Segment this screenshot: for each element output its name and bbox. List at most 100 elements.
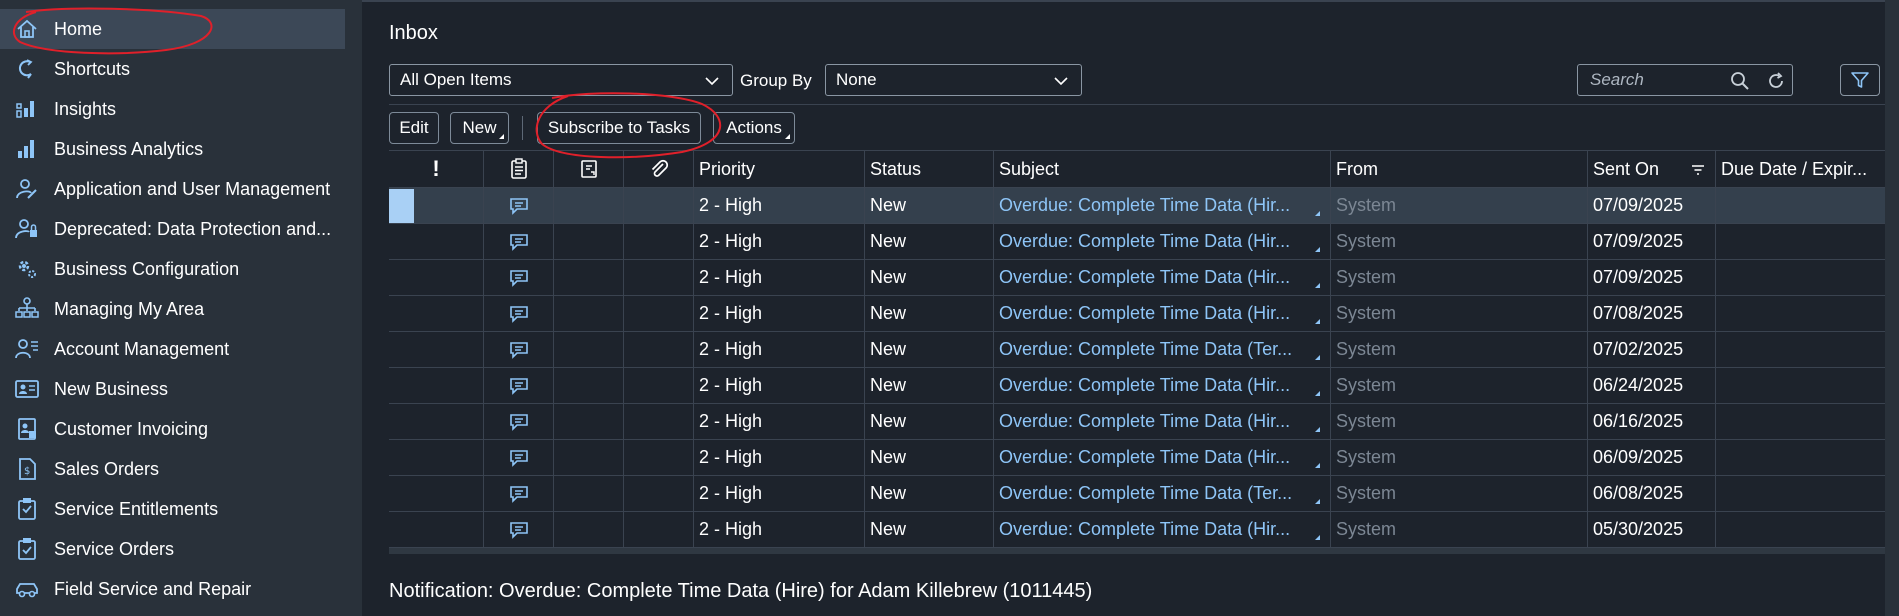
row-selector[interactable] bbox=[389, 404, 484, 439]
message-icon[interactable] bbox=[484, 476, 554, 511]
column-header-from[interactable]: From bbox=[1331, 151, 1588, 187]
message-icon[interactable] bbox=[484, 224, 554, 259]
paperclip-icon bbox=[651, 159, 668, 177]
subject-text: Overdue: Complete Time Data (Hir... bbox=[999, 411, 1291, 431]
message-icon[interactable] bbox=[484, 260, 554, 295]
subscribe-to-tasks-button[interactable]: Subscribe to Tasks bbox=[537, 112, 701, 144]
sent-on-cell: 06/08/2025 bbox=[1588, 476, 1716, 511]
sidebar-item-business-configuration[interactable]: Business Configuration bbox=[0, 249, 345, 289]
sent-on-cell: 05/30/2025 bbox=[1588, 512, 1716, 547]
new-button-label: New bbox=[462, 118, 497, 137]
sidebar-item-label: Service Entitlements bbox=[54, 498, 219, 519]
message-icon[interactable] bbox=[484, 512, 554, 547]
column-header-priority[interactable]: Priority bbox=[694, 151, 865, 187]
menu-indicator-icon bbox=[1315, 535, 1320, 540]
table-row[interactable]: 2 - High New Overdue: Complete Time Data (… bbox=[389, 224, 1886, 260]
sidebar-item-business-analytics[interactable]: Business Analytics bbox=[0, 129, 345, 169]
group-by-select[interactable]: None bbox=[825, 64, 1082, 96]
row-selector[interactable] bbox=[389, 188, 484, 223]
row-selector[interactable] bbox=[389, 440, 484, 475]
message-icon[interactable] bbox=[484, 368, 554, 403]
sidebar-item-field-service-and-repair[interactable]: Field Service and Repair bbox=[0, 569, 345, 609]
sidebar-item-insights[interactable]: Insights bbox=[0, 89, 345, 129]
subject-link[interactable]: Overdue: Complete Time Data (Hir... bbox=[994, 440, 1331, 475]
table-row[interactable]: 2 - High New Overdue: Complete Time Data (… bbox=[389, 368, 1886, 404]
document-cell bbox=[554, 440, 624, 475]
sidebar-item-service-entitlements[interactable]: Service Entitlements bbox=[0, 489, 345, 529]
table-row[interactable]: 2 - High New Overdue: Complete Time Data (… bbox=[389, 332, 1886, 368]
priority-cell: 2 - High bbox=[694, 188, 865, 223]
sidebar-item-sales-orders[interactable]: $ Sales Orders bbox=[0, 449, 345, 489]
column-header-importance[interactable]: ! bbox=[389, 151, 484, 187]
table-horizontal-scrollbar[interactable] bbox=[389, 548, 1899, 554]
due-date-cell bbox=[1716, 512, 1886, 547]
subject-link[interactable]: Overdue: Complete Time Data (Hir... bbox=[994, 224, 1331, 259]
message-icon[interactable] bbox=[484, 440, 554, 475]
column-header-due-date[interactable]: Due Date / Expir... bbox=[1716, 151, 1886, 187]
menu-indicator-icon bbox=[1315, 463, 1320, 468]
message-icon[interactable] bbox=[484, 188, 554, 223]
subject-text: Overdue: Complete Time Data (Hir... bbox=[999, 231, 1291, 251]
column-header-document[interactable] bbox=[554, 151, 624, 187]
subject-link[interactable]: Overdue: Complete Time Data (Ter... bbox=[994, 332, 1331, 367]
sidebar-item-label: Application and User Management bbox=[54, 178, 331, 199]
sidebar-item-account-management[interactable]: Account Management bbox=[0, 329, 345, 369]
edit-button[interactable]: Edit bbox=[389, 112, 439, 144]
search-icon[interactable] bbox=[1729, 70, 1751, 92]
from-cell: System bbox=[1331, 260, 1588, 295]
row-selector[interactable] bbox=[389, 332, 484, 367]
svg-text:$: $ bbox=[24, 466, 30, 477]
table-row[interactable]: 2 - High New Overdue: Complete Time Data (… bbox=[389, 476, 1886, 512]
subject-link[interactable]: Overdue: Complete Time Data (Hir... bbox=[994, 296, 1331, 331]
table-header: ! Priority Status Subject From Sent On D… bbox=[389, 150, 1886, 188]
search-input[interactable] bbox=[1578, 65, 1728, 95]
from-cell: System bbox=[1331, 368, 1588, 403]
sidebar-item-deprecated-data-protection-and[interactable]: Deprecated: Data Protection and... bbox=[0, 209, 345, 249]
sidebar-item-managing-my-area[interactable]: Managing My Area bbox=[0, 289, 345, 329]
new-button[interactable]: New bbox=[450, 112, 509, 144]
subject-link[interactable]: Overdue: Complete Time Data (Hir... bbox=[994, 512, 1331, 547]
column-header-attachment[interactable] bbox=[624, 151, 694, 187]
message-icon[interactable] bbox=[484, 332, 554, 367]
refresh-icon[interactable] bbox=[1765, 70, 1787, 92]
from-cell: System bbox=[1331, 404, 1588, 439]
row-selector[interactable] bbox=[389, 224, 484, 259]
sidebar-item-new-business[interactable]: New Business bbox=[0, 369, 345, 409]
search-field[interactable] bbox=[1577, 64, 1793, 96]
sidebar-item-service-orders[interactable]: Service Orders bbox=[0, 529, 345, 569]
view-select[interactable]: All Open Items bbox=[389, 64, 733, 96]
table-row[interactable]: 2 - High New Overdue: Complete Time Data (… bbox=[389, 440, 1886, 476]
status-cell: New bbox=[865, 260, 994, 295]
row-selector[interactable] bbox=[389, 368, 484, 403]
message-icon[interactable] bbox=[484, 296, 554, 331]
sidebar-item-shortcuts[interactable]: Shortcuts bbox=[0, 49, 345, 89]
subject-link[interactable]: Overdue: Complete Time Data (Ter... bbox=[994, 476, 1331, 511]
sidebar-scrollbar[interactable] bbox=[345, 0, 362, 616]
sidebar-item-home[interactable]: Home bbox=[0, 9, 345, 49]
row-selector[interactable] bbox=[389, 512, 484, 547]
table-row[interactable]: 2 - High New Overdue: Complete Time Data (… bbox=[389, 296, 1886, 332]
table-row[interactable]: 2 - High New Overdue: Complete Time Data (… bbox=[389, 188, 1886, 224]
actions-button[interactable]: Actions bbox=[713, 112, 795, 144]
sidebar-item-application-and-user-management[interactable]: Application and User Management bbox=[0, 169, 345, 209]
message-icon[interactable] bbox=[484, 404, 554, 439]
subject-link[interactable]: Overdue: Complete Time Data (Hir... bbox=[994, 368, 1331, 403]
document-cell bbox=[554, 188, 624, 223]
sidebar-item-customer-invoicing[interactable]: Customer Invoicing bbox=[0, 409, 345, 449]
row-selector[interactable] bbox=[389, 476, 484, 511]
selection-indicator bbox=[389, 189, 414, 223]
column-header-notes[interactable] bbox=[484, 151, 554, 187]
subject-link[interactable]: Overdue: Complete Time Data (Hir... bbox=[994, 260, 1331, 295]
column-header-sent-on[interactable]: Sent On bbox=[1588, 151, 1716, 187]
column-header-status[interactable]: Status bbox=[865, 151, 994, 187]
column-header-subject[interactable]: Subject bbox=[994, 151, 1331, 187]
subject-link[interactable]: Overdue: Complete Time Data (Hir... bbox=[994, 404, 1331, 439]
table-row[interactable]: 2 - High New Overdue: Complete Time Data (… bbox=[389, 260, 1886, 296]
filter-button[interactable] bbox=[1840, 64, 1880, 96]
row-selector[interactable] bbox=[389, 260, 484, 295]
row-selector[interactable] bbox=[389, 296, 484, 331]
subject-link[interactable]: Overdue: Complete Time Data (Hir... bbox=[994, 188, 1331, 223]
table-row[interactable]: 2 - High New Overdue: Complete Time Data (… bbox=[389, 404, 1886, 440]
status-cell: New bbox=[865, 332, 994, 367]
table-row[interactable]: 2 - High New Overdue: Complete Time Data (… bbox=[389, 512, 1886, 548]
